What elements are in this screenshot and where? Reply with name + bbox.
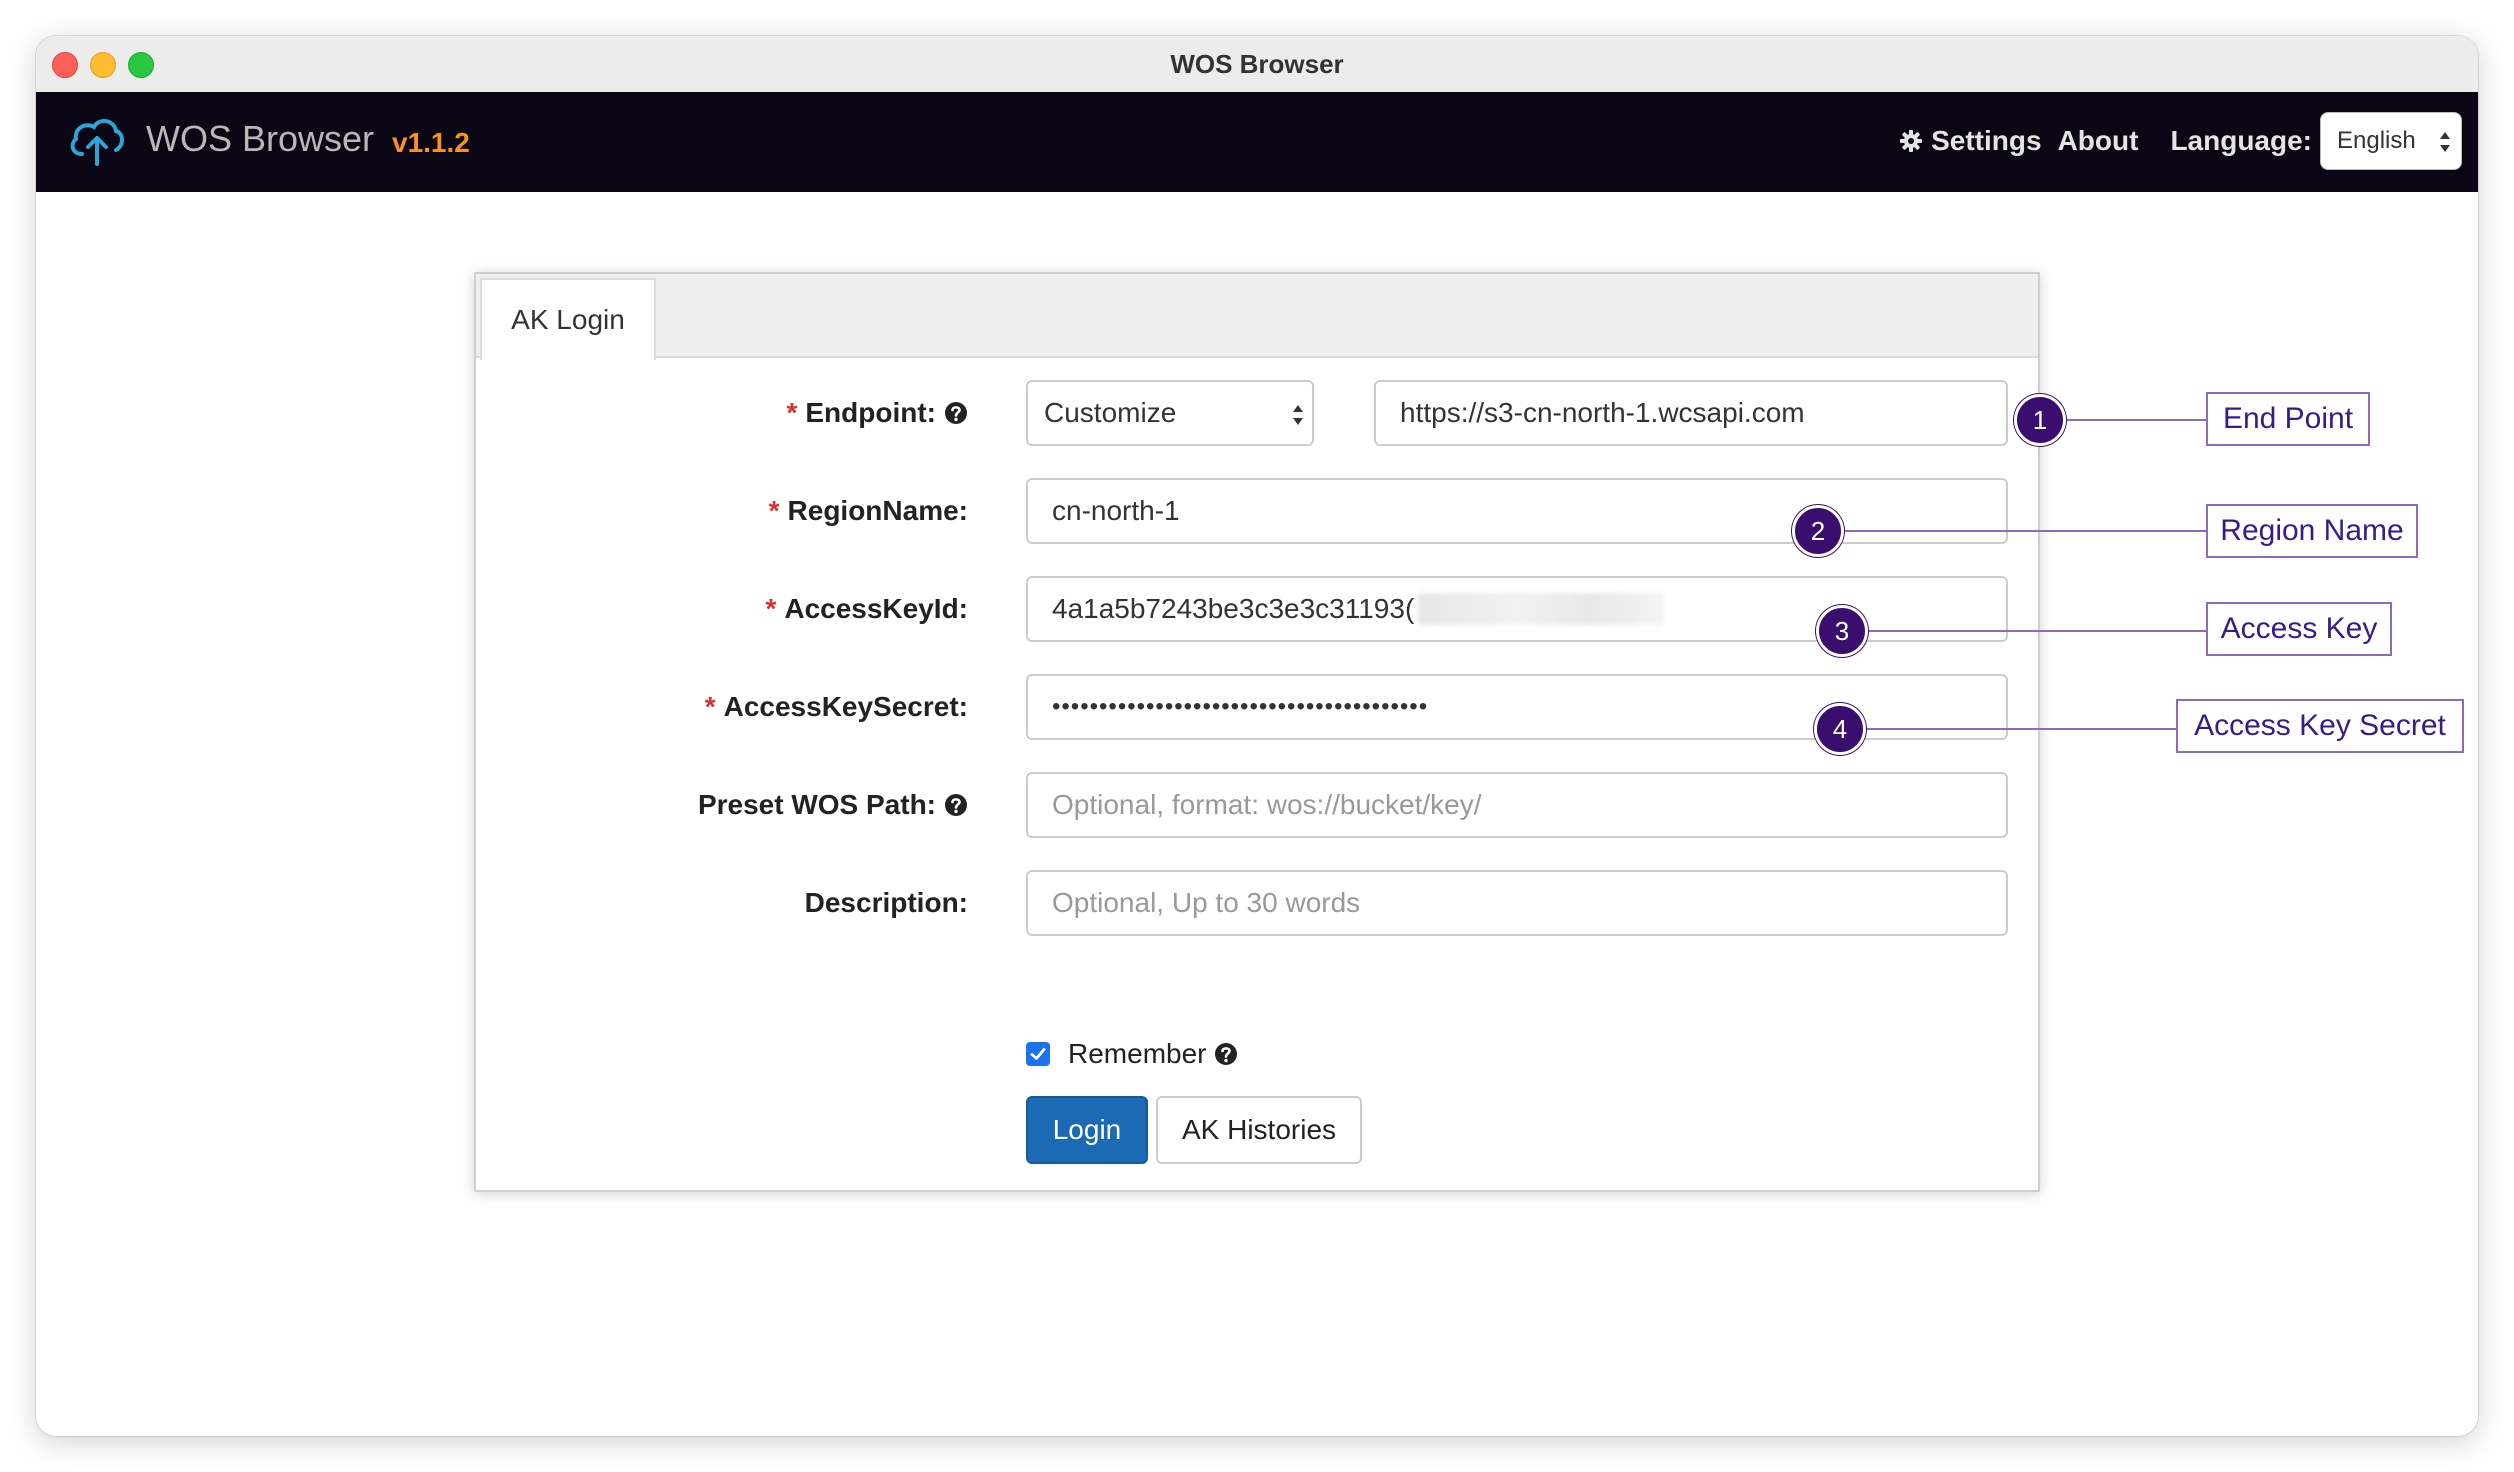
access-key-id-label-text: AccessKeyId: <box>784 593 968 624</box>
app-version: v1.1.2 <box>392 127 470 158</box>
callout-line <box>1838 630 2206 632</box>
language-value: English <box>2337 127 2416 154</box>
access-key-secret-label: * AccessKeySecret: <box>705 674 968 740</box>
help-icon[interactable] <box>944 401 968 425</box>
description-row: Description: Optional, Up to 30 words <box>476 870 2038 936</box>
region-label: * RegionName: <box>769 478 968 544</box>
required-marker: * <box>768 495 780 526</box>
endpoint-type-select[interactable]: Customize <box>1026 380 1314 446</box>
description-label-text: Description: <box>804 887 968 918</box>
close-window-button[interactable] <box>52 52 78 78</box>
callout-region-name: Region Name <box>2206 504 2418 558</box>
callout-access-key-secret: Access Key Secret <box>2176 699 2464 753</box>
redacted-blur <box>1418 593 1665 625</box>
top-navbar: WOS Browser v1.1.2 Settings About Langua… <box>36 92 2478 192</box>
app-brand: WOS Browser <box>146 118 375 159</box>
zoom-window-button[interactable] <box>128 52 154 78</box>
required-marker: * <box>786 397 798 428</box>
window-title: WOS Browser <box>1170 48 1344 79</box>
updown-arrows-icon <box>2440 132 2450 152</box>
gear-icon <box>1900 130 1923 152</box>
access-key-secret-label-text: AccessKeySecret: <box>723 691 968 722</box>
access-key-id-label: * AccessKeyId: <box>765 576 968 642</box>
about-link[interactable]: About <box>2058 125 2139 157</box>
callout-end-point: End Point <box>2206 392 2370 446</box>
preset-path-label-text: Preset WOS Path: <box>697 789 936 820</box>
description-label: Description: <box>805 870 968 936</box>
endpoint-type-value: Customize <box>1044 397 1177 428</box>
language-select[interactable]: English <box>2320 112 2462 170</box>
endpoint-label: * Endpoint: <box>786 380 968 446</box>
app-window: WOS Browser WOS Browser v1.1.2 Settings … <box>36 36 2478 1436</box>
minimize-window-button[interactable] <box>90 52 116 78</box>
settings-label: Settings <box>1931 125 2042 156</box>
region-label-text: RegionName: <box>787 495 968 526</box>
preset-path-input[interactable]: Optional, format: wos://bucket/key/ <box>1026 772 2008 838</box>
checkmark-icon <box>1030 1048 1046 1060</box>
callout-line <box>1814 530 2206 532</box>
required-marker: * <box>704 691 716 722</box>
endpoint-url-input[interactable]: https://s3-cn-north-1.wcsapi.com <box>1374 380 2008 446</box>
description-input[interactable]: Optional, Up to 30 words <box>1026 870 2008 936</box>
access-key-id-value: 4a1a5b7243be3c3e3c31193( <box>1052 593 1415 624</box>
region-input[interactable]: cn-north-1 <box>1026 478 2008 544</box>
callout-badge-1: 1 <box>2014 394 2066 446</box>
cloud-upload-icon <box>70 119 124 166</box>
access-key-secret-row: * AccessKeySecret: •••••••••••••••••••••… <box>476 674 2038 740</box>
ak-histories-button[interactable]: AK Histories <box>1156 1096 1362 1164</box>
updown-arrows-icon <box>1293 405 1303 425</box>
endpoint-label-text: Endpoint: <box>805 397 936 428</box>
login-tabbar: AK Login <box>476 274 2038 360</box>
required-marker: * <box>765 593 777 624</box>
callout-badge-2: 2 <box>1792 505 1844 557</box>
callout-line <box>1836 728 2176 730</box>
tab-ak-login[interactable]: AK Login <box>480 278 656 360</box>
callout-badge-3: 3 <box>1816 605 1868 657</box>
login-panel: AK Login * Endpoint: Customize https://s… <box>474 272 2040 1192</box>
callout-access-key: Access Key <box>2206 602 2392 656</box>
about-label: About <box>2057 125 2139 156</box>
navbar-right: Settings About Language: English <box>1899 109 2462 173</box>
help-icon[interactable] <box>944 793 968 817</box>
endpoint-row: * Endpoint: Customize https://s3-cn-nort… <box>476 380 2038 446</box>
help-icon[interactable] <box>1214 1042 1238 1066</box>
login-button[interactable]: Login <box>1026 1096 1148 1164</box>
callout-badge-4: 4 <box>1814 703 1866 755</box>
remember-row: Remember <box>1026 1032 1238 1076</box>
settings-link[interactable]: Settings <box>1899 125 2042 157</box>
title-bar: WOS Browser <box>36 36 2478 93</box>
preset-path-row: Preset WOS Path: Optional, format: wos:/… <box>476 772 2038 838</box>
access-key-id-row: * AccessKeyId: 4a1a5b7243be3c3e3c31193( <box>476 576 2038 642</box>
preset-path-label: Preset WOS Path: <box>698 772 968 838</box>
language-label: Language: <box>2170 125 2312 156</box>
remember-label: Remember <box>1068 1038 1207 1069</box>
remember-checkbox[interactable] <box>1026 1042 1050 1066</box>
